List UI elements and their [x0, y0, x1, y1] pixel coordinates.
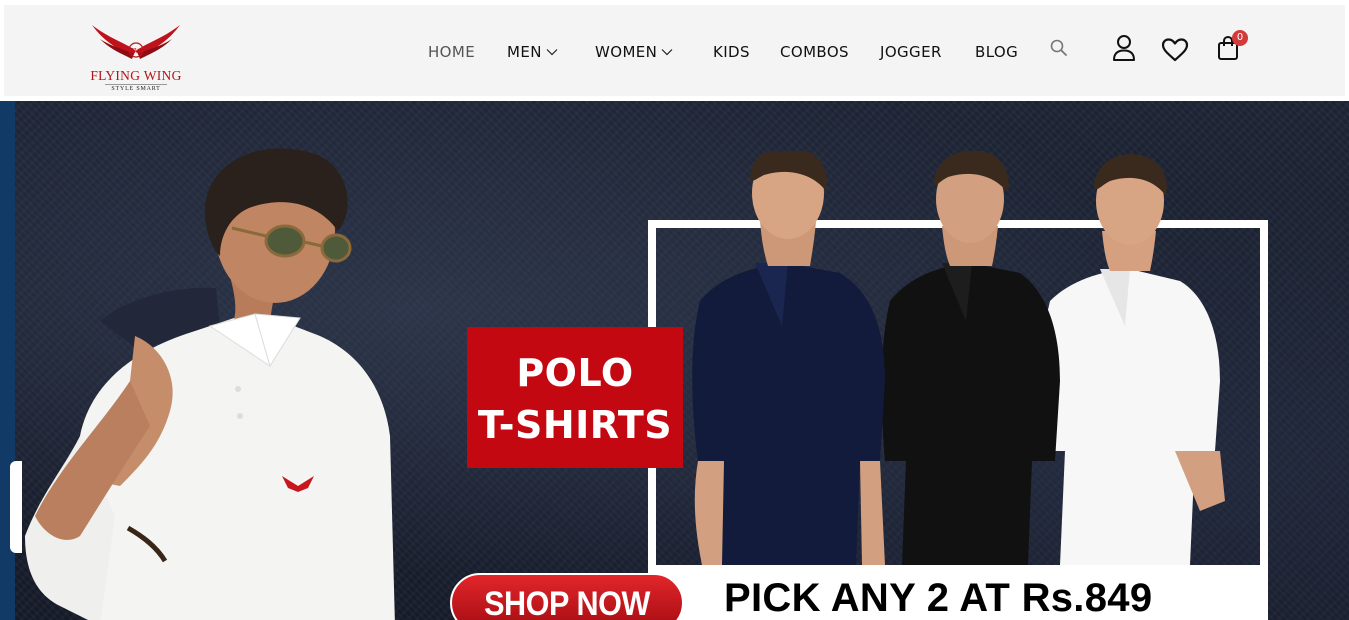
chevron-down-icon: [661, 49, 673, 56]
cart-icon[interactable]: 0: [1217, 30, 1248, 66]
model-photo-left: [25, 148, 395, 620]
site-header: FW FLYING WING STYLE SMART HOME MEN WOME…: [4, 5, 1345, 96]
nav-item-label: JOGGER: [880, 43, 942, 61]
shop-now-button[interactable]: SHOP NOW: [450, 573, 684, 620]
logo-monogram: FW: [131, 47, 142, 55]
badge-line-1: POLO: [516, 351, 634, 395]
nav-item-kids[interactable]: KIDS: [713, 39, 750, 65]
cart-count-badge: 0: [1232, 30, 1248, 46]
nav-item-label: BLOG: [975, 43, 1019, 61]
nav-item-blog[interactable]: BLOG: [975, 39, 1018, 65]
offer-text: PICK ANY 2 AT Rs.849: [724, 576, 1153, 620]
nav-item-label: MEN: [507, 43, 542, 61]
shop-now-label: SHOP NOW: [484, 585, 650, 620]
nav-item-jogger[interactable]: JOGGER: [880, 39, 942, 65]
nav-item-women[interactable]: WOMEN: [595, 39, 673, 65]
wing-logo-icon: FW: [92, 25, 180, 59]
brand-name: FLYING WING: [90, 68, 182, 83]
account-icon[interactable]: [1111, 34, 1137, 67]
nav-item-home[interactable]: HOME: [428, 39, 475, 65]
nav-item-label: COMBOS: [780, 43, 849, 61]
brand-logo[interactable]: FW FLYING WING STYLE SMART: [86, 13, 186, 92]
nav-item-label: KIDS: [713, 43, 750, 61]
nav-item-label: WOMEN: [595, 43, 658, 61]
chevron-down-icon: [546, 49, 558, 56]
badge-line-2: T-SHIRTS: [477, 403, 673, 447]
nav-item-label: HOME: [428, 43, 476, 61]
nav-item-men[interactable]: MEN: [507, 39, 558, 65]
search-icon[interactable]: [1049, 38, 1069, 63]
polo-tshirts-badge: POLO T-SHIRTS: [467, 327, 683, 468]
hero-banner[interactable]: PICK ANY 2 AT Rs.849 POLO T-SHIRTS SHOP …: [0, 101, 1349, 620]
brand-tagline: STYLE SMART: [105, 84, 167, 92]
model-photo-group: [692, 151, 1225, 565]
wishlist-icon[interactable]: [1161, 38, 1189, 67]
nav-item-combos[interactable]: COMBOS: [780, 39, 849, 65]
